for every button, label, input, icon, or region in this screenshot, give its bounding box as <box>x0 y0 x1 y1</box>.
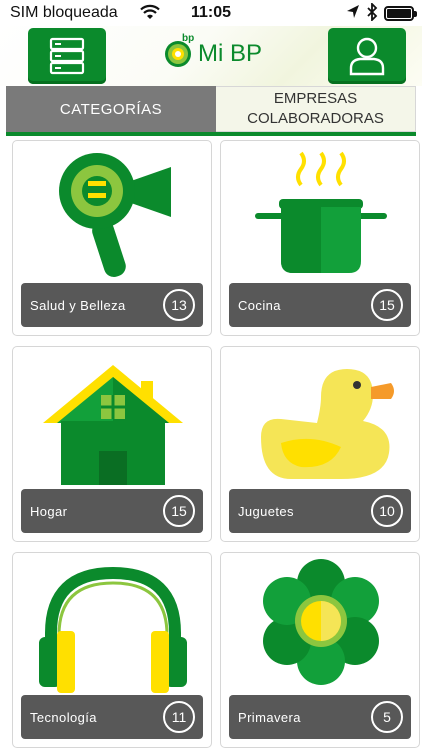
category-count-badge: 10 <box>371 495 403 527</box>
status-bar: SIM bloqueada 11:05 <box>0 0 422 26</box>
category-label: Tecnología <box>30 709 97 725</box>
category-label-bar: Juguetes 10 <box>229 489 411 533</box>
category-card-hogar[interactable]: Hogar 15 <box>12 346 212 542</box>
category-label-bar: Salud y Belleza 13 <box>21 283 203 327</box>
tab-empresas-line1: EMPRESAS <box>273 90 358 107</box>
profile-button[interactable] <box>328 28 406 84</box>
category-label: Cocina <box>238 297 281 313</box>
bp-helios-icon <box>165 41 191 67</box>
bluetooth-icon <box>367 3 378 21</box>
cooking-pot-icon <box>255 151 387 273</box>
battery-icon <box>384 6 417 21</box>
category-card-primavera[interactable]: Primavera 5 <box>220 552 420 748</box>
tab-empresas-line2: COLABORADORAS <box>247 110 384 127</box>
category-label: Hogar <box>30 503 68 519</box>
category-card-tecnologia[interactable]: Tecnología 11 <box>12 552 212 748</box>
category-label: Salud y Belleza <box>30 297 126 313</box>
category-label: Primavera <box>238 709 301 725</box>
nav-bar: bp Mi BP <box>0 26 422 86</box>
tab-categorias-label: CATEGORÍAS <box>59 100 163 118</box>
hair-dryer-icon <box>59 153 171 277</box>
category-count-badge: 15 <box>371 289 403 321</box>
category-count-badge: 5 <box>371 701 403 733</box>
category-card-juguetes[interactable]: Juguetes 10 <box>220 346 420 542</box>
category-card-salud-y-belleza[interactable]: Salud y Belleza 13 <box>12 140 212 336</box>
tab-categorias[interactable]: CATEGORÍAS <box>6 86 216 132</box>
category-card-cocina[interactable]: Cocina 15 <box>220 140 420 336</box>
app-logo: bp Mi BP <box>164 33 263 68</box>
category-count-badge: 13 <box>163 289 195 321</box>
bp-small-text: bp <box>182 33 195 44</box>
tab-bar: CATEGORÍAS EMPRESAS COLABORADORAS <box>6 86 416 136</box>
house-icon <box>43 365 183 485</box>
tab-empresas-label: EMPRESAS COLABORADORAS <box>247 89 384 129</box>
server-stack-icon <box>49 37 85 75</box>
rubber-duck-icon <box>261 369 394 479</box>
menu-button[interactable] <box>28 28 106 84</box>
category-count-badge: 11 <box>163 701 195 733</box>
headphones-icon <box>39 566 187 693</box>
active-tab-indicator <box>6 132 416 136</box>
app-title: Mi BP <box>198 40 263 67</box>
category-label-bar: Cocina 15 <box>229 283 411 327</box>
category-count-badge: 15 <box>163 495 195 527</box>
location-arrow-icon <box>347 5 359 18</box>
user-icon <box>349 37 385 76</box>
flower-icon <box>263 559 379 685</box>
category-label-bar: Hogar 15 <box>21 489 203 533</box>
category-label-bar: Primavera 5 <box>229 695 411 739</box>
category-label: Juguetes <box>238 503 294 519</box>
category-label-bar: Tecnología 11 <box>21 695 203 739</box>
tab-empresas-colaboradoras[interactable]: EMPRESAS COLABORADORAS <box>216 86 416 132</box>
